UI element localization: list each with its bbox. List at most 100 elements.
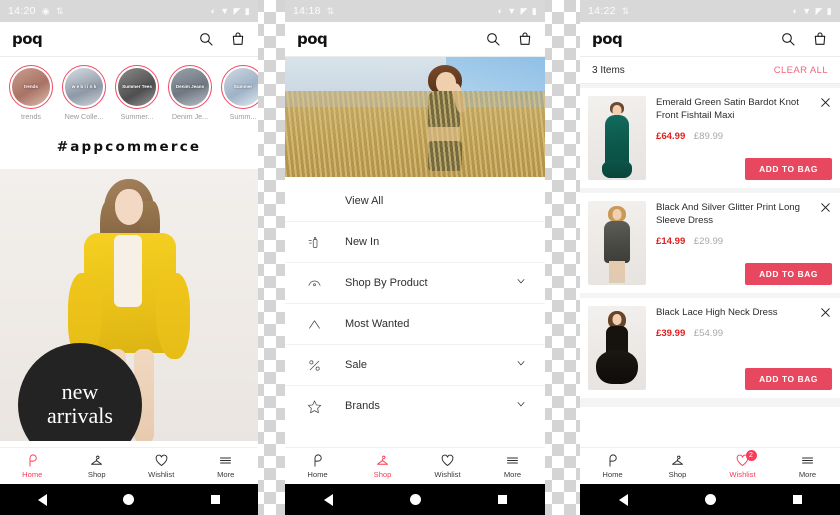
story-caption: trends (23, 84, 39, 90)
tab-wishlist[interactable]: 2 Wishlist (710, 450, 775, 479)
bag-icon[interactable] (230, 31, 246, 47)
hero-banner[interactable]: new arrivals (0, 169, 258, 441)
tab-label: More (798, 470, 817, 479)
poq-logo: poq (592, 30, 623, 48)
story-image: w e b l i n k (65, 68, 103, 106)
bag-icon[interactable] (812, 31, 828, 47)
menu-item-view-all[interactable]: View All (285, 181, 545, 222)
wishlist-item[interactable]: Emerald Green Satin Bardot Knot Front Fi… (580, 88, 840, 188)
tab-more[interactable]: More (194, 453, 259, 479)
story-item[interactable]: Summer Summ... (220, 65, 258, 121)
story-image: trends (12, 68, 50, 106)
menu-item-most-wanted[interactable]: Most Wanted (285, 304, 545, 345)
status-bar-time: 14:18 (293, 5, 321, 17)
back-triangle-icon[interactable] (38, 493, 48, 506)
battery-icon: ▮ (244, 5, 250, 16)
home-circle-icon[interactable] (409, 494, 421, 505)
badge-line-1: new (61, 379, 99, 405)
tab-label: Shop (668, 470, 687, 479)
menu-item-shop-by-product[interactable]: Shop By Product (285, 263, 545, 304)
status-bar-time: 14:20 (8, 5, 36, 17)
tab-label: Wishlist (729, 470, 756, 479)
bottom-tab-bar: Home Shop Wishlist More (0, 447, 258, 484)
story-carousel[interactable]: trends trends w e b l i n k New Colle...… (0, 57, 258, 123)
story-caption: Summer (233, 84, 253, 90)
tab-wishlist[interactable]: Wishlist (129, 453, 194, 479)
wishlist-item[interactable]: Black And Silver Glitter Print Long Slee… (580, 193, 840, 293)
tab-home[interactable]: Home (0, 453, 65, 479)
menu-item-sale[interactable]: Sale (285, 345, 545, 386)
poq-logo-icon (609, 454, 617, 467)
back-triangle-icon[interactable] (618, 493, 628, 506)
tab-shop[interactable]: Shop (645, 453, 710, 479)
heart-icon (155, 454, 168, 466)
android-nav-bar (580, 484, 840, 515)
tab-shop[interactable]: Shop (350, 453, 415, 479)
remove-item-close-icon[interactable] (819, 201, 832, 214)
hamburger-icon (507, 457, 518, 464)
recents-square-icon[interactable] (792, 495, 802, 504)
tab-label: Home (602, 470, 623, 479)
add-to-bag-button[interactable]: ADD TO BAG (745, 263, 832, 285)
story-image: Summer (224, 68, 258, 106)
tab-more[interactable]: More (775, 453, 840, 479)
story-label: trends (21, 112, 41, 121)
hanger-icon (672, 455, 683, 465)
home-circle-icon[interactable] (704, 494, 716, 505)
wifi-icon: ▼ (802, 5, 812, 16)
product-thumbnail-black-lace-high-neck-dress[interactable] (588, 306, 646, 390)
home-circle-icon[interactable] (123, 494, 135, 505)
dnd-icon: ◐ (792, 5, 799, 16)
recents-square-icon[interactable] (210, 495, 220, 504)
remove-item-close-icon[interactable] (819, 306, 832, 319)
phone-screen-shop-menu: 14:18 ⇅ ◐ ▼ ◤ ▮ poq View All New In Shop… (285, 0, 545, 515)
tab-wishlist[interactable]: Wishlist (415, 453, 480, 479)
search-icon[interactable] (780, 31, 796, 47)
story-item[interactable]: Summer Tees Summer... (114, 65, 160, 121)
product-thumbnail-emerald-green-maxi-dress[interactable] (588, 96, 646, 180)
wifi-icon: ▼ (220, 5, 230, 16)
story-item[interactable]: trends trends (8, 65, 54, 121)
tab-label: Shop (373, 470, 392, 479)
app-bar: poq (580, 22, 840, 57)
product-thumbnail-black-silver-glitter-dress[interactable] (588, 201, 646, 285)
menu-item-new-in[interactable]: New In (285, 222, 545, 263)
chevron-down-icon[interactable] (515, 397, 527, 415)
percent-icon (303, 358, 325, 373)
status-bar-right-icons: ◐ ▼ ◤ ▮ (792, 5, 832, 16)
bottom-tab-bar: Home Shop Wishlist More (285, 447, 545, 484)
new-in-icon (303, 235, 325, 250)
chevron-down-icon[interactable] (515, 356, 527, 374)
story-item[interactable]: Denim Jeans Denim Je... (167, 65, 213, 121)
wishlist-item[interactable]: Black Lace High Neck Dress £39.99 £54.99… (580, 298, 840, 398)
tab-shop[interactable]: Shop (65, 453, 130, 479)
search-icon[interactable] (198, 31, 214, 47)
menu-item-label: Shop By Product (345, 277, 428, 289)
product-title: Emerald Green Satin Bardot Knot Front Fi… (656, 97, 799, 122)
wifi-icon: ▼ (507, 5, 517, 16)
menu-item-brands[interactable]: Brands (285, 386, 545, 426)
story-item[interactable]: w e b l i n k New Colle... (61, 65, 107, 121)
tab-home[interactable]: Home (285, 453, 350, 479)
clear-all-button[interactable]: CLEAR ALL (774, 65, 828, 76)
star-icon (303, 399, 325, 414)
dnd-icon: ◐ (497, 5, 504, 16)
add-to-bag-button[interactable]: ADD TO BAG (745, 368, 832, 390)
hanger-icon (91, 455, 103, 465)
menu-item-label: Most Wanted (345, 318, 410, 330)
search-icon[interactable] (485, 31, 501, 47)
back-triangle-icon[interactable] (323, 493, 333, 506)
hanger-arc-icon (303, 276, 325, 291)
remove-item-close-icon[interactable] (819, 96, 832, 109)
android-nav-bar (285, 484, 545, 515)
bag-icon[interactable] (517, 31, 533, 47)
chevron-down-icon[interactable] (515, 274, 527, 292)
price-was: £29.99 (693, 236, 724, 248)
app-bar-actions (198, 31, 246, 47)
tab-home[interactable]: Home (580, 453, 645, 479)
tab-more[interactable]: More (480, 453, 545, 479)
poq-logo: poq (297, 30, 328, 48)
recents-square-icon[interactable] (497, 495, 507, 504)
product-prices: £64.99 £89.99 (656, 126, 814, 144)
add-to-bag-button[interactable]: ADD TO BAG (745, 158, 832, 180)
